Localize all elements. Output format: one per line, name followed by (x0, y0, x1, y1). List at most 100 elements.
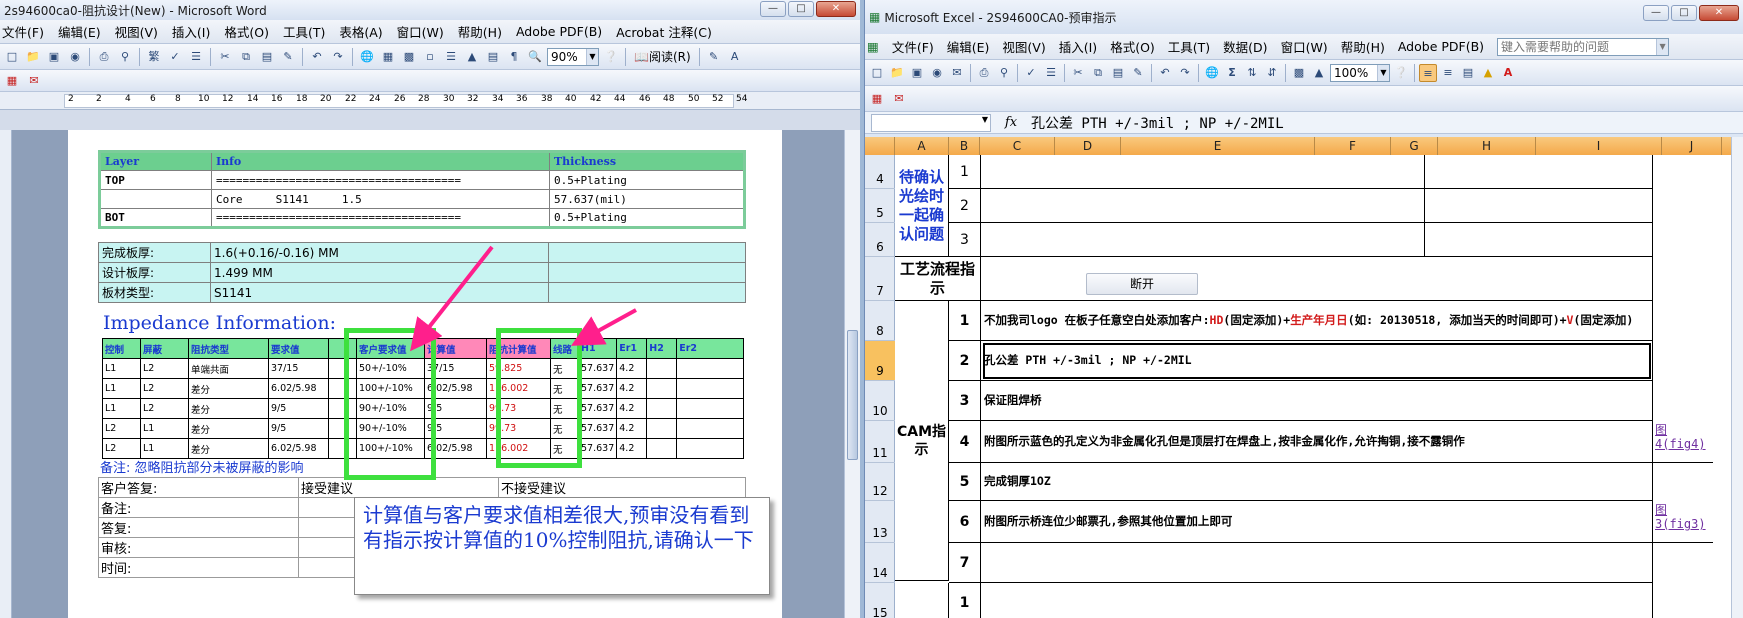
sort-ascending-icon[interactable]: ⇅ (1243, 64, 1261, 82)
disconnect-button[interactable]: 断开 (1086, 273, 1198, 295)
cam-section-label[interactable]: CAM指示 (895, 301, 949, 581)
cut-icon[interactable]: ✂ (216, 48, 234, 66)
fx-icon[interactable]: fx (991, 115, 1031, 130)
menu-adobe-pdf[interactable]: Adobe PDF(B) (1398, 39, 1484, 54)
autosum-icon[interactable]: Σ (1223, 64, 1241, 82)
font-color-icon[interactable]: A (1499, 64, 1517, 82)
column-header[interactable]: E (1121, 137, 1315, 155)
select-all-corner[interactable] (865, 137, 895, 155)
item-number[interactable]: 5 (949, 463, 981, 501)
column-header[interactable]: C (980, 137, 1055, 155)
column-header[interactable]: G (1391, 137, 1438, 155)
row-header[interactable]: 7 (865, 257, 895, 301)
column-header[interactable]: A (895, 137, 949, 155)
item-number[interactable]: 6 (949, 501, 981, 543)
menu-file[interactable]: 文件(F) (892, 37, 934, 56)
open-folder-icon[interactable]: 📁 (888, 64, 906, 82)
align-center-icon[interactable]: ≡ (1439, 64, 1457, 82)
process-section-label[interactable]: 工艺流程指示 (895, 257, 981, 301)
confirm-cell[interactable] (981, 155, 1425, 189)
item-number[interactable]: 1 (949, 155, 981, 189)
format-painter-icon[interactable]: ✎ (1129, 64, 1147, 82)
close-button[interactable]: ✕ (1699, 5, 1739, 21)
dropdown-arrow-icon[interactable]: ▼ (586, 48, 598, 65)
redo-icon[interactable]: ↷ (1176, 64, 1194, 82)
item-number[interactable]: 1 (949, 301, 981, 341)
print-preview-icon[interactable]: ⚲ (995, 64, 1013, 82)
tables-borders-icon[interactable]: ▦ (379, 48, 397, 66)
menu-adobe-pdf[interactable]: Adobe PDF(B) (516, 24, 602, 39)
hyperlink-icon[interactable]: 🌐 (358, 48, 376, 66)
row-header[interactable]: 12 (865, 463, 895, 501)
drawing-icon[interactable]: ▲ (463, 48, 481, 66)
menu-edit[interactable]: 编辑(E) (58, 22, 101, 41)
confirm-cell[interactable] (981, 223, 1425, 257)
align-left-icon[interactable]: ≡ (1419, 63, 1437, 82)
traditional-chinese-icon[interactable]: 繁 (145, 48, 163, 66)
row-header[interactable]: 9 (865, 341, 895, 381)
menu-window[interactable]: 窗口(W) (1281, 37, 1328, 56)
next-section-cell[interactable] (981, 583, 1653, 618)
convert-pdf-email-icon[interactable]: ✉ (890, 90, 908, 108)
menu-table[interactable]: 表格(A) (339, 22, 382, 41)
menu-format[interactable]: 格式(O) (224, 22, 269, 41)
zoom-select[interactable]: 100% ▼ (1330, 63, 1390, 82)
item-number[interactable]: 2 (949, 189, 981, 223)
spelling-icon[interactable]: ✓ (1022, 64, 1040, 82)
row-header[interactable]: 6 (865, 223, 895, 257)
column-header[interactable]: H (1438, 137, 1536, 155)
item-number[interactable]: 3 (949, 223, 981, 257)
zoom-select[interactable]: 90% ▼ (547, 47, 599, 66)
minimize-button[interactable]: — (760, 1, 786, 17)
column-header[interactable]: B (949, 137, 980, 155)
save-icon[interactable]: ▣ (45, 48, 63, 66)
confirm-section-label[interactable]: 待确认光绘时一起确认问题 (895, 155, 949, 257)
row-header[interactable]: 4 (865, 155, 895, 189)
research-icon[interactable]: ☰ (1042, 64, 1060, 82)
hyperlink-icon[interactable]: 🌐 (1203, 64, 1221, 82)
menu-edit[interactable]: 编辑(E) (947, 37, 990, 56)
permission-icon[interactable]: ◉ (66, 48, 84, 66)
item-number[interactable]: 7 (949, 543, 981, 583)
figure-link[interactable]: 图4(fig4) (1655, 423, 1713, 451)
convert-pdf-icon[interactable]: ▦ (868, 90, 886, 108)
zoom-magnifier-icon[interactable]: 🔍 (526, 48, 544, 66)
sort-descending-icon[interactable]: ⇵ (1263, 64, 1281, 82)
cam-instruction[interactable] (981, 543, 1653, 583)
confirm-cell[interactable] (1425, 189, 1653, 223)
menu-insert[interactable]: 插入(I) (1059, 37, 1097, 56)
print-icon[interactable]: ⎙ (975, 64, 993, 82)
highlight-icon[interactable]: ✎ (705, 48, 723, 66)
format-painter-icon[interactable]: ✎ (279, 48, 297, 66)
dropdown-arrow-icon[interactable]: ▼ (1377, 64, 1389, 81)
save-icon[interactable]: ▣ (908, 64, 926, 82)
columns-icon[interactable]: ☰ (442, 48, 460, 66)
read-mode-button[interactable]: 📖阅读(R) (631, 48, 694, 66)
spelling-icon[interactable]: ✓ (166, 48, 184, 66)
cam-instruction[interactable]: 附图所示蓝色的孔定义为非金属化孔但是顶层打在焊盘上,按非金属化作,允许掏铜,接不… (981, 421, 1653, 463)
cam-instruction-selected[interactable]: 孔公差 PTH +/-3mil ; NP +/-2MIL (981, 341, 1653, 381)
menu-window[interactable]: 窗口(W) (397, 22, 444, 41)
show-hide-icon[interactable]: ¶ (505, 48, 523, 66)
menu-acrobat-comment[interactable]: Acrobat 注释(C) (616, 22, 712, 41)
menu-format[interactable]: 格式(O) (1110, 37, 1155, 56)
vertical-ruler[interactable] (0, 130, 12, 618)
merge-center-icon[interactable]: ▤ (1459, 64, 1477, 82)
maximize-button[interactable]: □ (1671, 5, 1697, 21)
column-header[interactable]: I (1536, 137, 1662, 155)
confirm-cell[interactable] (1425, 223, 1653, 257)
item-number[interactable]: 1 (949, 583, 981, 618)
paste-icon[interactable]: ▤ (258, 48, 276, 66)
email-icon[interactable]: ✉ (948, 64, 966, 82)
redo-icon[interactable]: ↷ (329, 48, 347, 66)
word-vertical-scrollbar[interactable] (844, 130, 860, 618)
name-box[interactable]: ▼ (871, 113, 991, 132)
help-icon[interactable]: ❔ (602, 48, 620, 66)
new-document-icon[interactable]: □ (3, 48, 21, 66)
copy-icon[interactable]: ⧉ (1089, 64, 1107, 82)
help-icon[interactable]: ❔ (1392, 64, 1410, 82)
menu-help[interactable]: 帮助(H) (458, 22, 502, 41)
open-folder-icon[interactable]: 📁 (24, 48, 42, 66)
item-number[interactable]: 4 (949, 421, 981, 463)
print-icon[interactable]: ⎙ (95, 48, 113, 66)
